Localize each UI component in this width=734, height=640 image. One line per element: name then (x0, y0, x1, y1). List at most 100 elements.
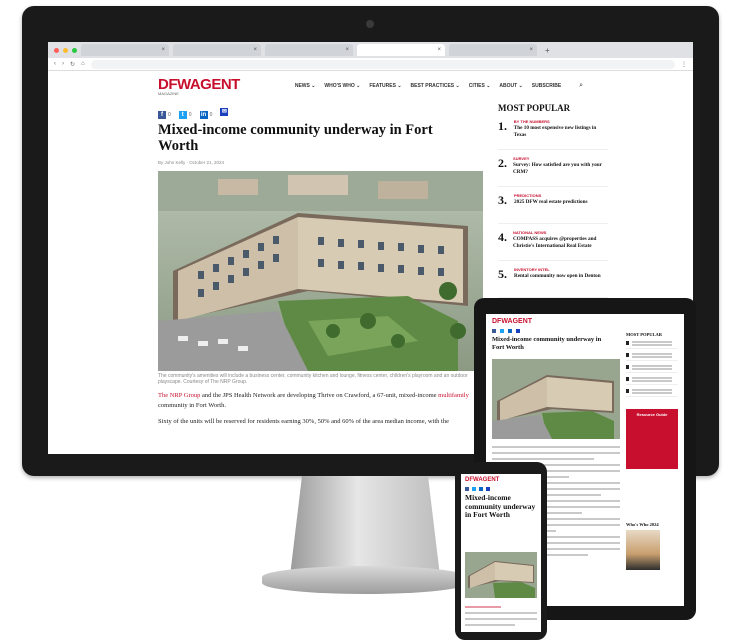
popular-headline: 2025 DFW real estate predictions (514, 199, 588, 205)
popular-item[interactable]: 1. BY THE NUMBERS The 10 most expensive n… (498, 119, 608, 150)
phone-device: DFWAGENT Mixed-income community underway… (455, 462, 547, 640)
twitter-icon[interactable]: t (178, 111, 187, 119)
close-window-icon[interactable] (54, 47, 59, 53)
phone-screen: DFWAGENT Mixed-income community underway… (461, 474, 541, 632)
share-count: 0 (188, 112, 192, 118)
nav-about[interactable]: ABOUT ⌄ (499, 83, 522, 89)
address-bar[interactable] (90, 59, 675, 69)
popular-number: 5. (498, 267, 507, 281)
new-tab-button[interactable]: + (545, 46, 550, 55)
maximize-window-icon[interactable] (72, 47, 77, 53)
whos-who-photo[interactable] (626, 530, 660, 570)
tablet-popular-item[interactable] (626, 387, 678, 397)
monitor-stand-neck (290, 476, 440, 576)
popular-category: INVENTORY INTEL (514, 267, 550, 272)
browser-tab[interactable]: × (173, 44, 261, 56)
popular-category: PREDICTIONS (514, 193, 542, 198)
share-count: 0 (168, 112, 171, 118)
phone-headline: Mixed-income community underway in Fort … (465, 493, 536, 519)
popular-item[interactable]: 4. NATIONAL NEWS COMPASS acquires @proper… (498, 230, 608, 261)
popular-headline: Rental community now open in Denton (514, 273, 601, 279)
article-hero-image (158, 171, 483, 371)
phone-logo[interactable]: DFWAGENT (465, 477, 541, 483)
linkedin-icon[interactable] (508, 329, 512, 333)
nav-best-practices[interactable]: BEST PRACTICES ⌄ (411, 83, 460, 89)
paragraph-text: and the JPS Health Network are developin… (200, 392, 439, 399)
extensions-icon[interactable]: ⋮ (681, 61, 687, 68)
device-mockup-scene: × × × × × + ‹ › ↻ ⌂ ⋮ DFWAGENT MAGAZINE (0, 0, 734, 640)
tablet-popular-item[interactable] (626, 375, 678, 385)
nav-subscribe[interactable]: SUBSCRIBE (532, 83, 561, 89)
facebook-icon[interactable]: f (158, 111, 166, 119)
browser-tab-active[interactable]: × (357, 44, 445, 56)
popular-number: 3. (498, 193, 507, 207)
twitter-icon[interactable] (472, 487, 476, 491)
twitter-icon[interactable] (500, 329, 504, 333)
popular-item[interactable]: 2. SURVEY Survey: How satisfied are you w… (498, 156, 608, 187)
tablet-popular-item[interactable] (626, 351, 678, 361)
nav-features[interactable]: FEATURES ⌄ (369, 83, 401, 89)
whos-who-title: Who's Who 2024 (626, 522, 659, 527)
tablet-popular-item[interactable] (626, 339, 678, 349)
popular-category: NATIONAL NEWS (513, 230, 547, 235)
popular-number: 4. (498, 230, 507, 244)
phone-hero-image (465, 552, 537, 598)
linkedin-icon[interactable] (479, 487, 483, 491)
main-nav: NEWS ⌄ WHO'S WHO ⌄ FEATURES ⌄ BEST PRACT… (295, 83, 561, 89)
browser-tab[interactable]: × (449, 44, 537, 56)
back-icon[interactable]: ‹ (54, 61, 56, 67)
facebook-icon[interactable] (465, 487, 469, 491)
popular-headline: COMPASS acquires @properties and Christi… (513, 236, 597, 249)
email-icon[interactable]: ✉ (220, 108, 229, 116)
resource-guide-ad[interactable]: Resource Guide (626, 409, 678, 469)
phone-share-bar (465, 487, 541, 491)
article: f0 t0 in 0 ✉ Mixed-income community under… (158, 101, 483, 427)
share-count: 0 (209, 112, 213, 118)
logo-text: DFWAGENT (158, 75, 240, 93)
browser-tab[interactable]: × (81, 44, 169, 56)
popular-category: BY THE NUMBERS (513, 119, 550, 124)
popular-category: SURVEY (513, 156, 530, 161)
home-icon[interactable]: ⌂ (81, 61, 85, 67)
popular-item[interactable]: 5. INVENTORY INTEL Rental community now o… (498, 267, 608, 298)
linkedin-icon[interactable]: in (199, 111, 208, 119)
nav-whos-who[interactable]: WHO'S WHO ⌄ (324, 83, 360, 89)
popular-number: 2. (498, 156, 507, 170)
address-bar-row: ‹ › ↻ ⌂ ⋮ (48, 58, 693, 71)
tablet-most-popular: MOST POPULAR (626, 332, 678, 397)
nrp-group-link[interactable]: The NRP Group (158, 392, 200, 399)
article-paragraph: The NRP Group and the JPS Health Network… (158, 391, 483, 411)
multifamily-link[interactable]: multifamily (438, 392, 469, 399)
tablet-most-popular-title: MOST POPULAR (626, 332, 663, 337)
article-byline: By John Kelly · October 21, 2024 (158, 160, 225, 165)
monitor-stand-base (262, 566, 468, 594)
popular-headline: Survey: How satisfied are you with your … (513, 162, 602, 175)
most-popular-title: MOST POPULAR (498, 103, 571, 113)
site-logo[interactable]: DFWAGENT MAGAZINE (158, 77, 240, 96)
browser-tab[interactable]: × (265, 44, 353, 56)
email-icon[interactable] (516, 329, 520, 333)
article-paragraph: Sixty of the units will be reserved for … (158, 418, 449, 425)
nav-cities[interactable]: CITIES ⌄ (469, 83, 491, 89)
share-bar: f0 t0 in 0 ✉ (158, 105, 483, 119)
article-headline: Mixed-income community underway in Fort … (158, 122, 433, 154)
nav-news[interactable]: NEWS ⌄ (295, 83, 316, 89)
tablet-whos-who: Who's Who 2024 (626, 522, 678, 570)
email-icon[interactable] (486, 487, 490, 491)
popular-number: 1. (498, 119, 507, 133)
minimize-window-icon[interactable] (63, 47, 68, 53)
popular-item[interactable]: 3. PREDICTIONS 2025 DFW real estate predi… (498, 193, 608, 224)
reload-icon[interactable]: ↻ (70, 61, 75, 68)
browser-tab-bar: × × × × × + (48, 42, 693, 58)
tablet-logo[interactable]: DFWAGENT (492, 318, 684, 325)
webcam-icon (366, 20, 374, 28)
tablet-headline: Mixed-income community underway in Fort … (492, 336, 602, 351)
search-icon[interactable]: ⌕ (579, 82, 583, 90)
paragraph-text: community in Fort Worth. (158, 402, 226, 409)
tablet-popular-item[interactable] (626, 363, 678, 373)
facebook-icon[interactable] (492, 329, 496, 333)
phone-article-text (465, 606, 537, 630)
forward-icon[interactable]: › (62, 61, 64, 67)
site-header: DFWAGENT MAGAZINE NEWS ⌄ WHO'S WHO ⌄ FEA… (48, 71, 693, 101)
tablet-hero-image (492, 359, 620, 439)
